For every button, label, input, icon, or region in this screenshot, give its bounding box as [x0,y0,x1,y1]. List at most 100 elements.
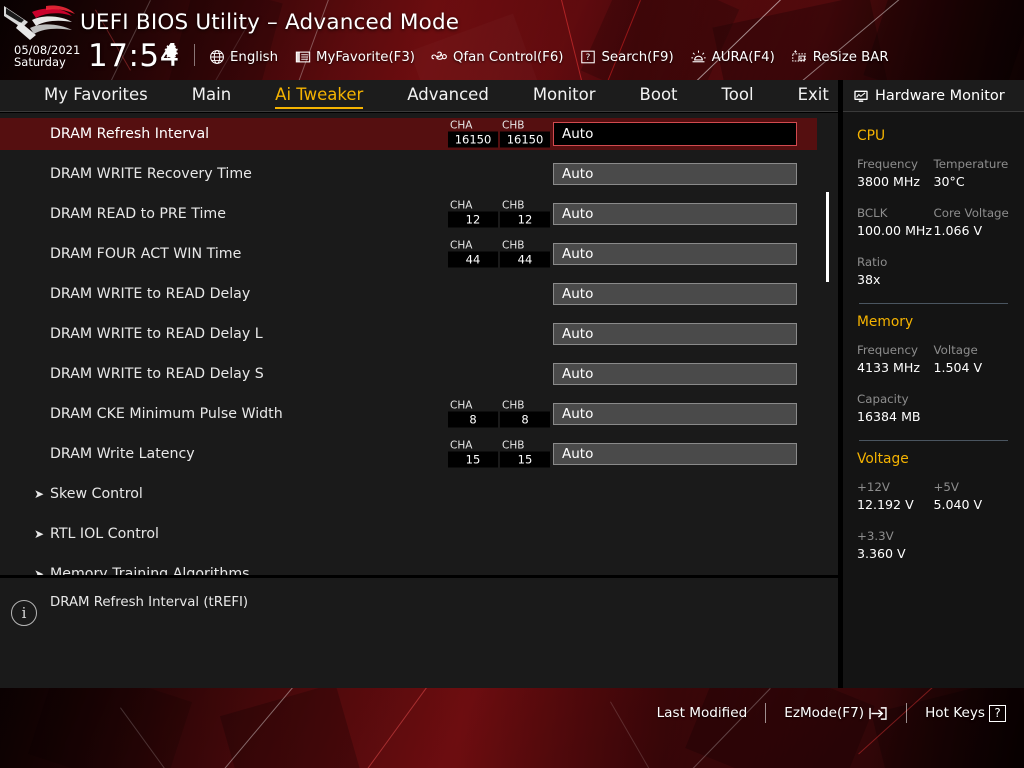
hw-reading-value: 4133 MHz [857,360,920,375]
hw-reading: Voltage 1.504 V [934,342,1011,377]
hw-reading: Core Voltage 1.066 V [934,205,1011,240]
setting-value-field[interactable]: Auto [553,163,797,185]
monitor-icon [853,88,869,104]
setting-label: DRAM WRITE to READ Delay [50,286,251,302]
hardware-monitor-header: Hardware Monitor [843,80,1024,112]
resize-bar-label: ReSize BAR [812,49,889,65]
tab-tool[interactable]: Tool [722,85,754,106]
settings-list: DRAM Refresh Interval CHA 16150 CHB 16150 Aut… [0,113,838,575]
tab-advanced[interactable]: Advanced [407,85,489,106]
hw-reading-value: 3.360 V [857,546,906,561]
setting-value-field[interactable]: Auto [553,323,797,345]
hw-reading-key: Core Voltage [933,206,1009,220]
tab-my-favorites[interactable]: My Favorites [44,85,148,106]
hw-reading: +3.3V 3.360 V [857,528,1010,563]
channel-b-label: CHB [502,119,525,132]
setting-value-field[interactable]: Auto [553,122,797,146]
setting-row[interactable]: DRAM READ to PRE Time CHA 12 CHB 12 Auto [0,198,817,230]
channel-a-label: CHA [450,239,473,252]
hw-reading: +5V 5.040 V [934,479,1011,514]
hw-reading-key: Temperature [933,157,1009,171]
setting-row[interactable]: ➤ Skew Control [0,478,817,510]
channel-b-value: 44 [500,251,550,268]
header-toolbar: English MyFavorite(F3) Qfan Control(F6) … [208,45,905,69]
aura-button[interactable]: AURA(F4) [690,49,775,66]
setting-row[interactable]: DRAM WRITE to READ Delay S Auto [0,358,817,390]
rog-logo-icon [2,2,76,46]
setting-value-field[interactable]: Auto [553,243,797,265]
setting-label: DRAM WRITE to READ Delay S [50,366,264,382]
channel-a-value: 44 [448,251,498,268]
footer-divider-1 [765,703,767,723]
hw-reading: Frequency 4133 MHz [857,342,934,377]
hw-reading-value: 100.00 MHz [857,223,933,238]
setting-label: DRAM FOUR ACT WIN Time [50,246,242,262]
tab-boot[interactable]: Boot [640,85,678,106]
setting-row[interactable]: ➤ RTL IOL Control [0,518,817,550]
hw-reading-row: +12V 12.192 V +5V 5.040 V [857,479,1010,514]
setting-label: DRAM WRITE to READ Delay L [50,326,263,342]
channel-b-label: CHB [502,199,525,212]
main-tabbar: My Favorites Main Ai Tweaker Advanced Monito… [0,80,838,112]
channel-a-value: 16150 [448,131,498,148]
setting-value-field[interactable]: Auto [553,283,797,305]
hw-reading-row: +3.3V 3.360 V [857,528,1010,563]
settings-scrollbar-track[interactable] [826,113,830,575]
language-button[interactable]: English [208,49,278,66]
last-modified-button[interactable]: Last Modified [657,705,748,721]
gear-icon[interactable] [163,43,180,60]
last-modified-label: Last Modified [656,705,748,721]
setting-value-field[interactable]: Auto [553,203,797,225]
resize-bar-button[interactable]: ReSize BAR [791,49,889,66]
tab-main[interactable]: Main [192,85,231,106]
svg-text:?: ? [586,53,591,63]
setting-row[interactable]: DRAM WRITE to READ Delay L Auto [0,318,817,350]
setting-label: DRAM WRITE Recovery Time [50,166,252,182]
fan-icon [431,49,448,66]
setting-row[interactable]: ➤ Memory Training Algorithms [0,558,817,575]
hw-reading-key: Voltage [933,343,978,357]
qfan-control-button[interactable]: Qfan Control(F6) [431,49,564,66]
setting-value-field[interactable]: Auto [553,363,797,385]
hw-group-title: Memory [857,314,914,330]
weekday-value: Saturday [14,55,66,70]
hw-reading-row: Capacity 16384 MB [857,391,1010,426]
hw-reading-value: 12.192 V [857,497,914,512]
channel-a-value: 8 [448,411,498,428]
myfavorite-button[interactable]: MyFavorite(F3) [294,49,415,66]
hw-reading: BCLK 100.00 MHz [857,205,934,240]
channel-a-value: 15 [448,451,498,468]
ezmode-label: EzMode(F7) [784,705,865,721]
setting-row[interactable]: DRAM Write Latency CHA 15 CHB 15 Auto [0,438,817,470]
channel-b-readout: CHB 15 [500,439,550,468]
tab-exit[interactable]: Exit [798,85,829,106]
channel-a-readout: CHA 15 [448,440,498,468]
setting-label: DRAM CKE Minimum Pulse Width [50,406,283,422]
qfan-control-label: Qfan Control(F6) [452,49,564,65]
channel-b-readout: CHB 8 [500,400,550,428]
setting-row[interactable]: DRAM WRITE to READ Delay Auto [0,278,817,310]
channel-a-value: 12 [448,211,498,228]
channel-b-value: 15 [500,451,550,468]
hw-group-title: Voltage [857,451,909,467]
hotkeys-button[interactable]: Hot Keys ? [925,704,1006,722]
search-button[interactable]: ? Search(F9) [579,49,674,66]
channel-a-label: CHA [450,199,473,212]
channel-b-value: 8 [500,411,550,428]
setting-label: DRAM READ to PRE Time [50,206,226,222]
channel-b-label: CHB [502,439,525,452]
setting-row[interactable]: DRAM CKE Minimum Pulse Width CHA 8 CHB 8 Auto [0,398,817,430]
tab-ai-tweaker[interactable]: Ai Tweaker [275,85,364,109]
channel-a-label: CHA [450,399,473,412]
setting-value-field[interactable]: Auto [553,403,797,425]
setting-row[interactable]: DRAM Refresh Interval CHA 16150 CHB 16150 Aut… [0,118,817,150]
app-footer: Last Modified EzMode(F7) Hot Keys ? [0,688,1024,768]
ezmode-button[interactable]: EzMode(F7) [784,705,888,721]
setting-row[interactable]: DRAM WRITE Recovery Time Auto [0,158,817,190]
setting-row[interactable]: DRAM FOUR ACT WIN Time CHA 44 CHB 44 Auto [0,238,817,270]
setting-value-field[interactable]: Auto [553,443,797,465]
info-icon: i [11,600,37,626]
tab-monitor[interactable]: Monitor [533,85,596,106]
settings-scrollbar-thumb[interactable] [826,192,829,282]
hw-reading-value: 30°C [933,174,965,189]
